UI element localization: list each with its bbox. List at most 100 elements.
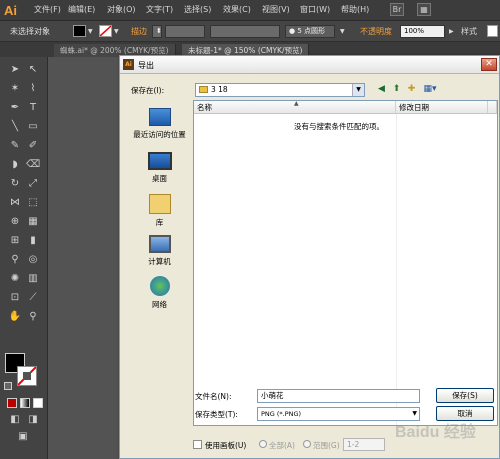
mesh-tool-icon[interactable]: ⊞: [8, 234, 22, 248]
fill-dropdown-icon[interactable]: ▼: [88, 25, 93, 38]
blend-tool-icon[interactable]: ◎: [26, 253, 40, 267]
menu-bar: Ai 文件(F) 编辑(E) 对象(O) 文字(T) 选择(S) 效果(C) 视…: [0, 0, 500, 21]
stroke-weight-stepper[interactable]: ⬍: [152, 25, 162, 38]
menu-help[interactable]: 帮助(H): [341, 4, 369, 15]
arrange-documents-icon[interactable]: ▦: [417, 3, 431, 16]
place-computer[interactable]: 计算机: [127, 235, 192, 267]
selection-status: 未选择对象: [10, 27, 50, 36]
eyedropper-tool-icon[interactable]: ⚲: [8, 253, 22, 267]
opacity-label[interactable]: 不透明度: [360, 25, 392, 38]
gradient-tool-icon[interactable]: ▮: [26, 234, 40, 248]
chevron-down-icon[interactable]: ▼: [352, 84, 364, 96]
up-folder-icon[interactable]: ⬆: [390, 83, 403, 96]
back-icon[interactable]: ◀: [375, 83, 388, 96]
rectangle-tool-icon[interactable]: ▭: [26, 120, 40, 134]
place-recent[interactable]: 最近访问的位置: [127, 108, 192, 140]
column-graph-tool-icon[interactable]: ▥: [26, 272, 40, 286]
filename-input[interactable]: 小萌花: [257, 389, 420, 403]
symbol-sprayer-tool-icon[interactable]: ✺: [8, 272, 22, 286]
file-list[interactable]: 名称 ▲ 修改日期 没有与搜索条件匹配的项。: [193, 100, 498, 426]
draw-behind-icon[interactable]: ◨: [26, 413, 40, 427]
range-input[interactable]: 1-2: [343, 438, 385, 451]
dialog-title: 导出: [138, 61, 154, 70]
scale-tool-icon[interactable]: ⤢: [26, 177, 40, 191]
menu-view[interactable]: 视图(V): [262, 4, 290, 15]
pen-tool-icon[interactable]: ✒: [8, 101, 22, 115]
free-transform-tool-icon[interactable]: ⬚: [26, 196, 40, 210]
style-swatch[interactable]: [487, 25, 498, 37]
save-in-combo[interactable]: 3 18 ▼: [195, 83, 365, 97]
use-artboards-checkbox[interactable]: [193, 440, 202, 449]
stroke-swatch[interactable]: [99, 25, 112, 37]
column-header-modified[interactable]: 修改日期: [396, 101, 488, 114]
recent-places-icon: [148, 108, 171, 126]
new-folder-icon[interactable]: ✚: [405, 83, 418, 96]
menu-edit[interactable]: 编辑(E): [68, 4, 95, 15]
opacity-field[interactable]: 100%: [400, 25, 445, 38]
bridge-icon[interactable]: Br: [390, 3, 404, 16]
stroke-label[interactable]: 描边: [131, 25, 147, 38]
type-tool-icon[interactable]: T: [26, 101, 40, 115]
menu-window[interactable]: 窗口(W): [300, 4, 330, 15]
watermark: Baidu 经验: [395, 424, 476, 441]
opacity-dropdown-icon[interactable]: ▶: [449, 25, 454, 38]
default-colors-icon[interactable]: [4, 382, 12, 390]
zoom-tool-icon[interactable]: ⚲: [26, 310, 40, 324]
stroke-dropdown-icon[interactable]: ▼: [114, 25, 119, 38]
hand-tool-icon[interactable]: ✋: [8, 310, 22, 324]
slice-tool-icon[interactable]: ⟋: [26, 291, 40, 305]
draw-normal-icon[interactable]: ◧: [8, 413, 22, 427]
eraser-tool-icon[interactable]: ⌫: [26, 158, 40, 172]
menu-select[interactable]: 选择(S): [184, 4, 211, 15]
range-label: 范围(G): [313, 441, 340, 450]
all-radio[interactable]: [259, 440, 267, 448]
variable-width-profile[interactable]: [210, 25, 280, 38]
selection-tool-icon[interactable]: ➤: [8, 63, 22, 77]
brush-definition[interactable]: ● 5 点圆形: [285, 25, 335, 38]
filename-label: 文件名(N):: [195, 392, 232, 401]
perspective-grid-tool-icon[interactable]: ▦: [26, 215, 40, 229]
menu-effect[interactable]: 效果(C): [223, 4, 251, 15]
rotate-tool-icon[interactable]: ↻: [8, 177, 22, 191]
column-header-more[interactable]: [488, 101, 497, 114]
close-button[interactable]: ✕: [481, 58, 497, 71]
dialog-titlebar: Ai 导出 ✕: [120, 56, 499, 74]
none-mode-icon[interactable]: [33, 398, 43, 408]
tools-panel: ➤ ↖ ✶ ⌇ ✒ T ╲ ▭ ✎ ✐ ◗ ⌫ ↻ ⤢ ⋈ ⬚ ⊕ ▦ ⊞ ▮ …: [0, 57, 48, 459]
lasso-tool-icon[interactable]: ⌇: [26, 82, 40, 96]
stroke-color-box[interactable]: [17, 366, 37, 386]
fill-swatch[interactable]: [73, 25, 86, 37]
sort-up-icon: ▲: [294, 100, 299, 107]
blob-brush-tool-icon[interactable]: ◗: [8, 158, 22, 172]
menu-file[interactable]: 文件(F): [34, 4, 61, 15]
place-libraries[interactable]: 库: [127, 194, 192, 228]
menu-object[interactable]: 对象(O): [107, 4, 136, 15]
save-in-value: 3 18: [211, 85, 228, 94]
place-desktop[interactable]: 桌面: [127, 152, 192, 184]
range-radio[interactable]: [303, 440, 311, 448]
line-tool-icon[interactable]: ╲: [8, 120, 22, 134]
direct-selection-tool-icon[interactable]: ↖: [26, 63, 40, 77]
view-menu-icon[interactable]: ▦▾: [420, 83, 440, 96]
paintbrush-tool-icon[interactable]: ✎: [8, 139, 22, 153]
stroke-weight-field[interactable]: [165, 25, 205, 38]
artboard-tool-icon[interactable]: ⊡: [8, 291, 22, 305]
screen-mode-icon[interactable]: ▣: [16, 430, 30, 444]
filetype-label: 保存类型(T):: [195, 410, 238, 419]
point-dot-icon: ●: [289, 27, 296, 35]
menu-type[interactable]: 文字(T): [146, 4, 173, 15]
brush-dropdown-icon[interactable]: ▼: [340, 25, 345, 38]
magic-wand-tool-icon[interactable]: ✶: [8, 82, 22, 96]
filetype-value: PNG (*.PNG): [261, 410, 302, 418]
save-button[interactable]: 保存(S): [436, 388, 494, 403]
empty-message: 没有与搜索条件匹配的项。: [294, 122, 384, 131]
color-mode-icon[interactable]: [7, 398, 17, 408]
place-network[interactable]: 网络: [127, 276, 192, 310]
all-label: 全部(A): [269, 441, 295, 450]
gradient-mode-icon[interactable]: [20, 398, 30, 408]
width-tool-icon[interactable]: ⋈: [8, 196, 22, 210]
shape-builder-tool-icon[interactable]: ⊕: [8, 215, 22, 229]
style-label: 样式: [461, 27, 477, 36]
pencil-tool-icon[interactable]: ✐: [26, 139, 40, 153]
libraries-icon: [148, 194, 171, 214]
